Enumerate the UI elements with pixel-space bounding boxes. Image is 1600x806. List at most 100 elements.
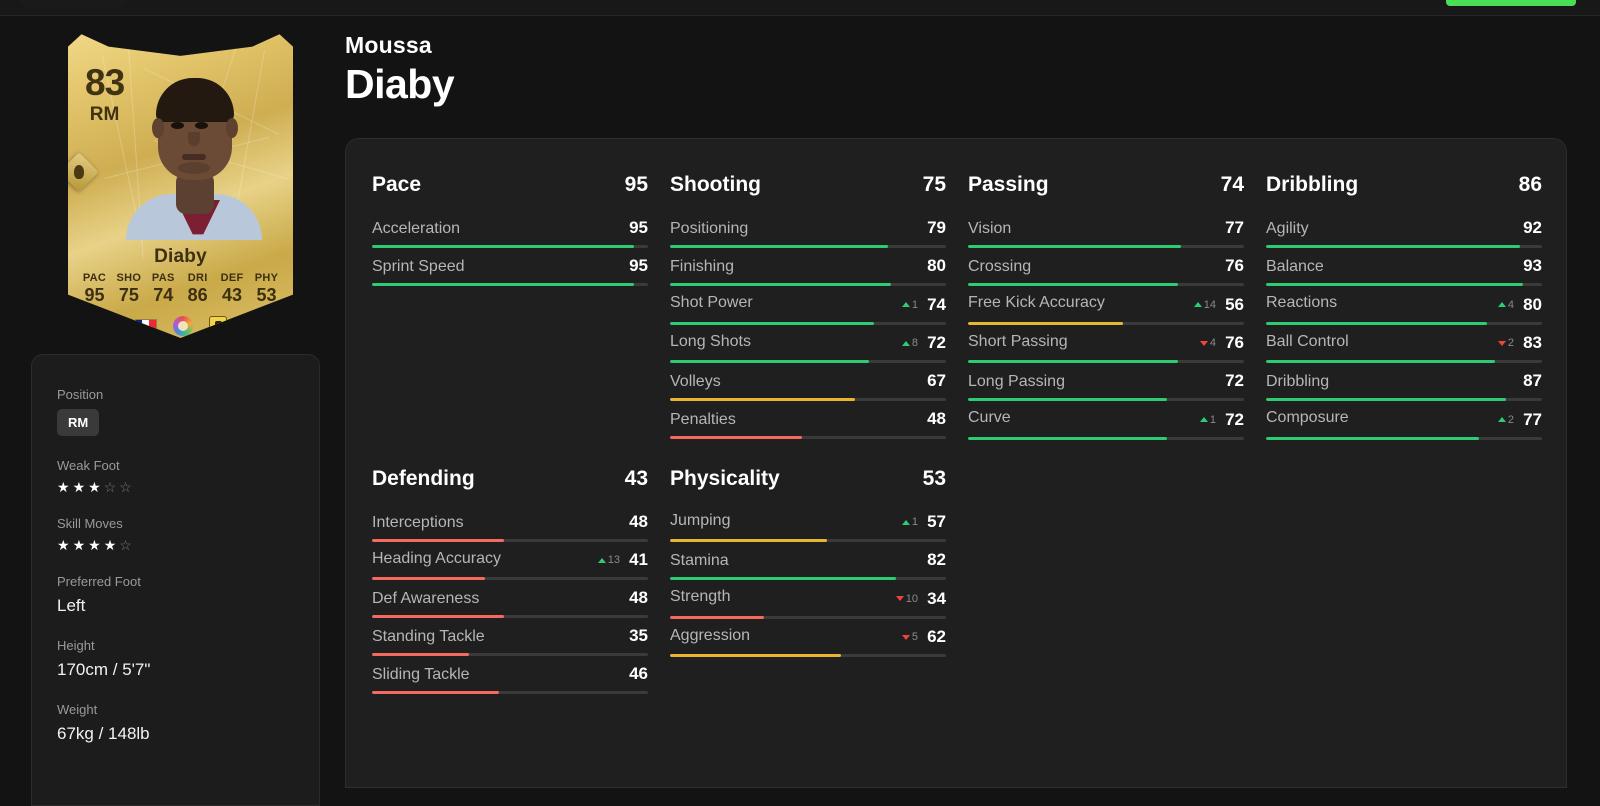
stat-row: Aggression562 bbox=[670, 619, 946, 658]
stat-row: Reactions480 bbox=[1266, 286, 1542, 325]
info-height-label: Height bbox=[57, 638, 294, 653]
stat-value: 77 bbox=[1220, 218, 1244, 238]
stat-column-dribbling: Dribbling86Agility92Balance93Reactions48… bbox=[1266, 173, 1542, 440]
info-preferred-foot-label: Preferred Foot bbox=[57, 574, 294, 589]
info-height: Height 170cm / 5'7" bbox=[57, 638, 294, 680]
stat-bar bbox=[670, 436, 946, 439]
info-weight-label: Weight bbox=[57, 702, 294, 717]
stat-row: Stamina 82 bbox=[670, 542, 946, 580]
stat-value: 92 bbox=[1518, 218, 1542, 238]
stat-row: Long Shots872 bbox=[670, 325, 946, 364]
player-card-face: 83 RM Diaby PAC 95 bbox=[68, 28, 293, 338]
card-stats-row: PAC 95 SHO 75 PAS 74 DRI 86 DEF 43 bbox=[78, 272, 283, 306]
stat-name: Free Kick Accuracy bbox=[968, 294, 1105, 312]
stat-row: Def Awareness48 bbox=[372, 580, 648, 618]
info-height-value: 170cm / 5'7" bbox=[57, 660, 294, 680]
info-position: Position RM bbox=[57, 387, 294, 436]
stat-row: Strength1034 bbox=[670, 580, 946, 619]
card-stat-phy: PHY 53 bbox=[250, 272, 283, 306]
star-icon: ★ bbox=[88, 479, 104, 495]
stat-value: 56 bbox=[1220, 295, 1244, 315]
stat-row: Standing Tackle35 bbox=[372, 618, 648, 656]
stat-delta-up-icon: 1 bbox=[902, 516, 918, 528]
stat-value: 72 bbox=[1220, 410, 1244, 430]
stat-value: 95 bbox=[624, 256, 648, 276]
nation-flag-icon bbox=[135, 319, 157, 334]
card-position: RM bbox=[85, 105, 124, 124]
stat-column-shooting: Shooting75 Positioning79 Finishing 80 Shot P… bbox=[670, 173, 946, 440]
stat-row: Penalties48 bbox=[670, 401, 946, 439]
stat-value: 80 bbox=[1518, 295, 1542, 315]
info-preferred-foot-value: Left bbox=[57, 596, 294, 616]
position-chip[interactable]: RM bbox=[57, 409, 99, 436]
stat-row: Short Passing476 bbox=[968, 325, 1244, 364]
club-crest-icon bbox=[209, 316, 227, 336]
stat-column-title: Defending bbox=[372, 467, 475, 491]
star-icon: ★ bbox=[73, 537, 89, 553]
stat-column-header: Pace95 bbox=[372, 173, 648, 197]
stat-name: Sprint Speed bbox=[372, 258, 465, 276]
stat-column-header: Passing74 bbox=[968, 173, 1244, 197]
stat-value: 41 bbox=[624, 550, 648, 570]
site-logo[interactable] bbox=[18, 0, 128, 8]
header-cta-button[interactable] bbox=[1446, 0, 1576, 6]
skill-moves-stars: ★★★★☆ bbox=[57, 538, 294, 552]
stat-column-physicality: Physicality53Jumping157Stamina82Strength… bbox=[670, 467, 946, 695]
stat-column-total: 86 bbox=[1519, 173, 1542, 197]
card-stat-pas: PAS 74 bbox=[147, 272, 180, 306]
stat-column-total: 75 bbox=[923, 173, 946, 197]
stat-column-title: Passing bbox=[968, 173, 1049, 197]
stat-delta-up-icon: 13 bbox=[598, 554, 620, 566]
stat-row: Acceleration95 bbox=[372, 210, 648, 248]
player-card[interactable]: 83 RM Diaby PAC 95 bbox=[68, 28, 293, 338]
stat-value: 46 bbox=[624, 664, 648, 684]
stat-row: Sliding Tackle 46 bbox=[372, 656, 648, 694]
card-overall-rating: 83 bbox=[85, 64, 124, 101]
stat-row: Ball Control283 bbox=[1266, 325, 1542, 364]
star-icon: ☆ bbox=[119, 537, 135, 553]
player-info-panel: Position RM Weak Foot ★★★☆☆ Skill Moves … bbox=[31, 354, 320, 806]
stat-row: Volleys67 bbox=[670, 363, 946, 401]
stat-name: Agility bbox=[1266, 220, 1309, 238]
player-last-name: Diaby bbox=[345, 61, 454, 108]
stat-name: Crossing bbox=[968, 258, 1031, 276]
stat-name: Sliding Tackle bbox=[372, 666, 470, 684]
stat-value: 62 bbox=[922, 627, 946, 647]
card-stat-sho: SHO 75 bbox=[112, 272, 145, 306]
stat-bar bbox=[372, 283, 648, 286]
stat-column-header: Physicality53 bbox=[670, 467, 946, 491]
stat-name: Penalties bbox=[670, 411, 736, 429]
stat-name: Stamina bbox=[670, 552, 729, 570]
stat-row: Agility 92 bbox=[1266, 210, 1542, 248]
stat-name: Strength bbox=[670, 588, 730, 606]
star-icon: ★ bbox=[57, 479, 73, 495]
stat-column-total: 95 bbox=[625, 173, 648, 197]
stat-value: 82 bbox=[922, 550, 946, 570]
star-icon: ★ bbox=[57, 537, 73, 553]
stat-name: Short Passing bbox=[968, 333, 1068, 351]
stat-column-header: Shooting75 bbox=[670, 173, 946, 197]
star-icon: ☆ bbox=[119, 479, 135, 495]
stat-row: Crossing 76 bbox=[968, 248, 1244, 286]
stat-name: Jumping bbox=[670, 512, 730, 530]
stat-row: Vision77 bbox=[968, 210, 1244, 248]
stat-value: 34 bbox=[922, 589, 946, 609]
stat-column-title: Dribbling bbox=[1266, 173, 1358, 197]
top-header-bar bbox=[0, 0, 1600, 16]
info-skill-moves: Skill Moves ★★★★☆ bbox=[57, 516, 294, 552]
stat-name: Finishing bbox=[670, 258, 734, 276]
stat-column-pace: Pace95 Acceleration95 Sprint Speed 95 bbox=[372, 173, 648, 440]
stat-name: Shot Power bbox=[670, 294, 753, 312]
stat-value: 76 bbox=[1220, 256, 1244, 276]
stat-row: Positioning79 bbox=[670, 210, 946, 248]
stat-value: 72 bbox=[922, 333, 946, 353]
stat-delta-up-icon: 8 bbox=[902, 337, 918, 349]
card-stat-def: DEF 43 bbox=[216, 272, 249, 306]
card-stat-dri: DRI 86 bbox=[181, 272, 214, 306]
stat-value: 80 bbox=[922, 256, 946, 276]
stat-name: Reactions bbox=[1266, 294, 1337, 312]
stat-value: 77 bbox=[1518, 410, 1542, 430]
stat-name: Volleys bbox=[670, 373, 721, 391]
info-position-label: Position bbox=[57, 387, 294, 402]
card-rating-block: 83 RM bbox=[85, 64, 124, 124]
